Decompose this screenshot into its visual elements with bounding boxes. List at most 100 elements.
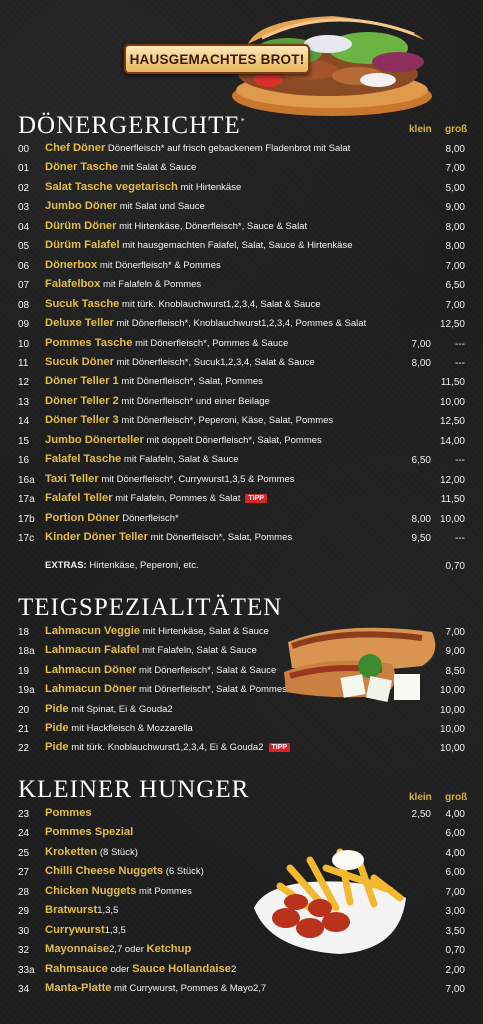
price-gross: 7,00 (445, 163, 465, 175)
item-name: Pide mit Spinat, Ei & Gouda2 (45, 703, 173, 715)
menu-item-row[interactable]: 14 Döner Teller 3 mit Dönerfleisch*, Pepe… (0, 413, 483, 432)
menu-item-row[interactable]: 09 Deluxe Teller mit Dönerfleisch*, Knobl… (0, 316, 483, 335)
item-title: Sucuk Döner (45, 355, 115, 368)
price-gross: 0,70 (445, 945, 465, 957)
item-description: mit Dönerfleisch*, Knoblauchwurst1,2,3,4… (113, 318, 367, 330)
item-name: Chilli Cheese Nuggets (6 Stück) (45, 865, 204, 877)
price-gross: 7,00 (445, 260, 465, 272)
extras-line: EXTRAS: Hirtenkäse, Peperoni, etc. (45, 560, 199, 571)
menu-item-row[interactable]: 21 Pide mit Hackfleisch & Mozzarella 10,00 (0, 721, 483, 740)
menu-item-row[interactable]: 03 Jumbo Döner mit Salat und Sauce 9,00 (0, 199, 483, 218)
price-gross: 4,00 (445, 809, 465, 820)
price-gross: 6,50 (445, 280, 465, 292)
item-description: mit türk. Knoblauchwurst1,2,3,4, Ei & Go… (68, 742, 264, 754)
menu-item-row[interactable]: 05 Dürüm Falafel mit hausgemachten Falafe… (0, 238, 483, 257)
menu-item-row[interactable]: 27 Chilli Cheese Nuggets (6 Stück) 6,00 (0, 864, 483, 883)
item-name: Deluxe Teller mit Dönerfleisch*, Knoblau… (45, 317, 366, 329)
menu-item-row[interactable]: 17a Falafel Teller mit Falafeln, Pommes &… (0, 491, 483, 510)
item-name: Chicken Nuggets mit Pommes (45, 885, 192, 897)
item-number: 00 (18, 144, 30, 155)
item-description: 1,3,5 (97, 905, 119, 917)
item-number: 32 (18, 945, 30, 957)
tipp-badge: TIPP (245, 494, 267, 504)
item-description: 2 (230, 963, 237, 975)
menu-item-row[interactable]: 34 Manta-Platte mit Currywurst, Pommes & … (0, 981, 483, 1000)
item-number: 16 (18, 455, 30, 467)
price-gross: 7,00 (445, 984, 465, 996)
menu-item-row[interactable]: 30 Currywurst1,3,5 3,50 (0, 923, 483, 942)
menu-item-row[interactable]: 11 Sucuk Döner mit Dönerfleisch*, Sucuk1,… (0, 355, 483, 374)
item-title: Pommes (45, 807, 92, 819)
item-name: Jumbo Döner mit Salat und Sauce (45, 200, 205, 212)
price-gross: 9,00 (445, 202, 465, 214)
item-name: Sucuk Tasche mit türk. Knoblauchwurst1,2… (45, 298, 321, 310)
menu-item-row[interactable]: 33a Rahmsauce oder Sauce Hollandaise2 2,00 (0, 962, 483, 981)
item-name: Döner Teller 3 mit Dönerfleisch*, Pepero… (45, 414, 333, 426)
menu-item-row[interactable]: 32 Mayonnaise2,7 oder Ketchup 0,70 (0, 942, 483, 961)
item-name: Döner Tasche mit Salat & Sauce (45, 161, 196, 173)
menu-item-row[interactable]: 13 Döner Teller 2 mit Dönerfleisch* und e… (0, 394, 483, 413)
item-name: Pommes Spezial (45, 826, 133, 838)
item-name: Portion Döner Dönerfleisch* (45, 512, 179, 524)
item-description: mit Hirtenkäse, Salat & Sauce (140, 626, 269, 637)
item-title: Sucuk Tasche (45, 297, 120, 310)
item-name: Bratwurst1,3,5 (45, 904, 118, 916)
section-title-doenergerichte: DÖNERGERICHTE* (18, 112, 246, 139)
item-title: Ketchup (146, 943, 192, 956)
item-description: mit Dönerfleisch*, Peperoni, Käse, Salat… (118, 415, 334, 427)
item-title: Lahmacun Döner (45, 663, 137, 676)
menu-item-row[interactable]: 17b Portion Döner Dönerfleisch* 8,00 10,00 (0, 511, 483, 530)
price-gross: 10,00 (439, 724, 465, 735)
price-gross: 10,00 (439, 513, 465, 525)
menu-item-row[interactable]: 28 Chicken Nuggets mit Pommes 7,00 (0, 884, 483, 903)
menu-item-row[interactable]: 07 Falafelbox mit Falafeln & Pommes 6,50 (0, 277, 483, 296)
item-title: Kinder Döner Teller (45, 531, 148, 543)
item-name: Currywurst1,3,5 (45, 924, 126, 936)
item-title: Pommes Spezial (45, 826, 134, 839)
item-number: 06 (18, 260, 30, 272)
item-description: (6 Stück) (163, 866, 204, 878)
item-title: Chef Döner (45, 142, 106, 154)
item-name: Chef Döner Dönerfleisch* auf frisch geba… (45, 142, 350, 154)
menu-item-row[interactable]: 16 Falafel Tasche mit Falafeln, Salat & S… (0, 452, 483, 471)
menu-item-row[interactable]: 24 Pommes Spezial 6,00 (0, 825, 483, 844)
menu-item-row[interactable]: 00 Chef Döner Dönerfleisch* auf frisch ge… (0, 141, 483, 160)
menu-item-row[interactable]: 10 Pommes Tasche mit Dönerfleisch*, Pomme… (0, 336, 483, 355)
item-number: 20 (18, 704, 30, 716)
item-name: Jumbo Dönerteller mit doppelt Dönerfleis… (45, 434, 322, 446)
item-number: 18 (18, 627, 30, 638)
item-description: mit Dönerfleisch*, Sucuk1,2,3,4, Salat &… (114, 356, 315, 368)
item-name: Kroketten (8 Stück) (45, 846, 138, 858)
lahmacun-image (282, 618, 442, 714)
price-gross: 14,00 (439, 435, 465, 447)
menu-item-row[interactable]: 15 Jumbo Dönerteller mit doppelt Dönerfle… (0, 433, 483, 452)
item-title: Lahmacun Falafel (45, 644, 140, 657)
item-description: mit doppelt Dönerfleisch*, Salat, Pommes (143, 434, 322, 446)
menu-item-row[interactable]: 06 Dönerbox mit Dönerfleisch* & Pommes 7,0… (0, 258, 483, 277)
item-number: 17b (18, 513, 35, 525)
menu-item-row[interactable]: 25 Kroketten (8 Stück) 4,00 (0, 845, 483, 864)
price-gross: 8,00 (445, 144, 465, 155)
menu-item-row[interactable]: 01 Döner Tasche mit Salat & Sauce 7,00 (0, 160, 483, 179)
menu-item-row[interactable]: 22 Pide mit türk. Knoblauchwurst1,2,3,4, … (0, 740, 483, 759)
menu-item-row[interactable]: 16a Taxi Teller mit Dönerfleisch*, Curryw… (0, 472, 483, 491)
item-title: Pommes Tasche (45, 336, 133, 349)
item-title: Pide (45, 741, 69, 754)
price-gross: 4,00 (445, 847, 465, 859)
item-title: Falafelbox (45, 278, 101, 291)
item-description: mit Dönerfleisch*, Salat & Pommes (136, 684, 287, 696)
item-number: 12 (18, 377, 30, 389)
menu-item-row[interactable]: 02 Salat Tasche vegetarisch mit Hirtenkäs… (0, 180, 483, 199)
menu-item-row[interactable]: 29 Bratwurst1,3,5 3,00 (0, 903, 483, 922)
item-title: Chicken Nuggets (45, 884, 137, 897)
item-name: Pommes (45, 807, 92, 819)
item-number: 02 (18, 182, 30, 194)
menu-item-row[interactable]: 12 Döner Teller 1 mit Dönerfleisch*, Sala… (0, 374, 483, 393)
menu-item-row[interactable]: 04 Dürüm Döner mit Hirtenkäse, Dönerfleis… (0, 219, 483, 238)
item-number: 09 (18, 319, 30, 331)
item-number: 17c (18, 533, 35, 544)
menu-item-row[interactable]: 17c Kinder Döner Teller mit Dönerfleisch*… (0, 530, 483, 549)
menu-item-row[interactable]: 23 Pommes 2,50 4,00 (0, 806, 483, 825)
menu-item-row[interactable]: 08 Sucuk Tasche mit türk. Knoblauchwurst1… (0, 297, 483, 316)
item-title: Currywurst (45, 923, 105, 936)
